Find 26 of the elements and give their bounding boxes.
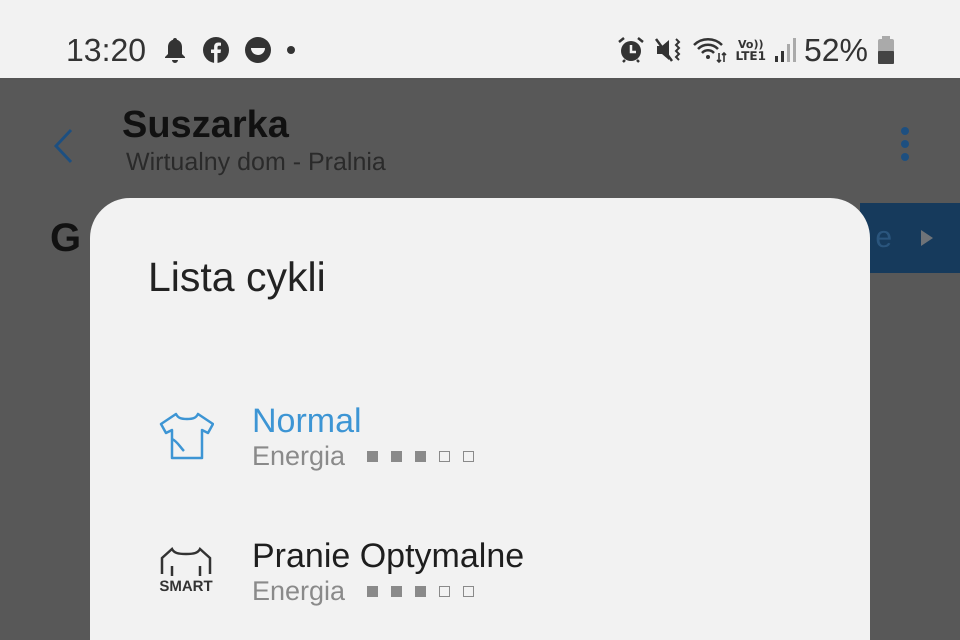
cycle-name: Normal (252, 401, 363, 441)
facebook-icon (202, 36, 230, 64)
screen-title: Suszarka (122, 103, 290, 148)
clock-time: 13:20 (66, 32, 146, 68)
back-icon (52, 128, 74, 164)
battery-icon (876, 35, 896, 65)
cycle-item[interactable]: SMART Pranie Optymalne Energia (148, 536, 812, 607)
back-button[interactable] (52, 128, 74, 164)
dot-icon (286, 45, 296, 55)
signal-icon (774, 36, 796, 64)
more-icon (900, 126, 910, 162)
smile-icon (244, 36, 272, 64)
alarm-icon (616, 35, 646, 65)
cycle-name: Pranie Optymalne (252, 536, 524, 576)
play-icon (920, 229, 934, 247)
cycle-item[interactable]: Normal Energia (148, 401, 812, 472)
battery-percent: 52% (804, 32, 868, 68)
energy-label: Energia (252, 576, 346, 607)
energy-label: Energia (252, 441, 346, 472)
network-label: LTE1 (736, 50, 766, 62)
more-button[interactable] (900, 126, 910, 162)
shirt-icon (158, 411, 214, 461)
dialog-title: Lista cykli (148, 254, 327, 301)
volte-label: Vo)) (738, 38, 764, 50)
section-heading: G (50, 216, 82, 260)
wifi-icon (692, 35, 728, 65)
